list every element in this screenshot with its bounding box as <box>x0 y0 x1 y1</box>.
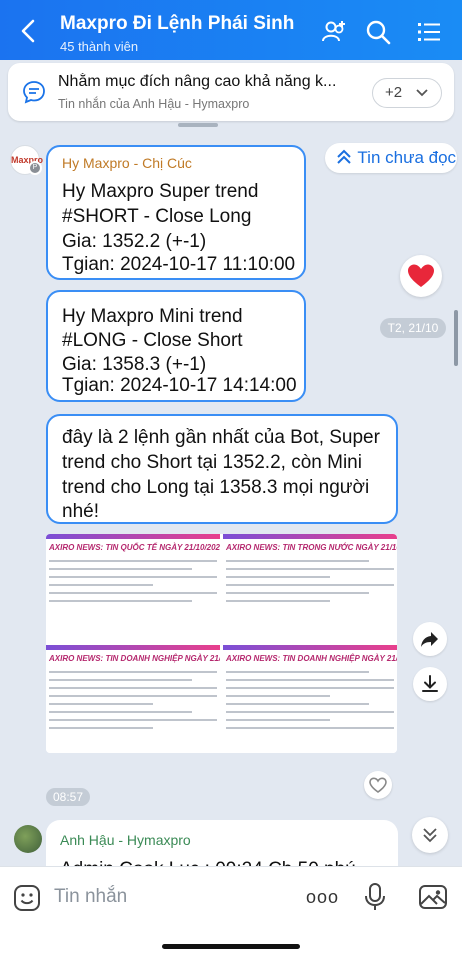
unread-label: Tin chưa đọc <box>357 148 457 167</box>
avatar[interactable] <box>14 825 42 853</box>
role-badge-icon: P <box>28 161 42 175</box>
pinned-more-label: +2 <box>385 84 403 101</box>
news-title: AXIRO NEWS: TIN TRONG NƯỚC NGÀY 21/10/20… <box>226 543 397 552</box>
microphone-icon[interactable] <box>362 881 388 913</box>
sender-name: Hy Maxpro - Chị Cúc <box>62 155 192 171</box>
message-bubble[interactable]: Hy Maxpro - Chị Cúc Hy Maxpro Super tren… <box>46 145 306 280</box>
news-title: AXIRO NEWS: TIN DOANH NGHIỆP NGÀY 21/10/… <box>226 654 397 663</box>
news-image[interactable]: AXIRO NEWS: TIN TRONG NƯỚC NGÀY 21/10/20… <box>223 534 397 642</box>
message-line: nhé! <box>62 501 99 522</box>
share-button[interactable] <box>413 622 447 656</box>
pinned-more-button[interactable]: +2 <box>372 78 442 108</box>
pinned-drag-handle[interactable] <box>178 123 218 127</box>
chevron-down-icon <box>416 89 428 97</box>
menu-list-icon[interactable] <box>415 18 443 46</box>
message-line: Hy Maxpro Super trend <box>62 181 259 202</box>
news-image[interactable]: AXIRO NEWS: TIN DOANH NGHIỆP NGÀY 21/10/… <box>46 645 220 753</box>
member-count: 45 thành viên <box>60 39 139 54</box>
emoji-icon[interactable] <box>12 883 42 913</box>
news-title: AXIRO NEWS: TIN QUỐC TẾ NGÀY 21/10/2024 <box>49 543 220 552</box>
message-input[interactable]: Tin nhắn <box>54 886 127 908</box>
message-timestamp: 08:57 <box>46 788 90 806</box>
message-line: #LONG - Close Short <box>62 330 243 351</box>
chat-header: Maxpro Đi Lệnh Phái Sinh 45 thành viên <box>0 0 462 60</box>
message-bubble[interactable]: đây là 2 lệnh gần nhất của Bot, Super tr… <box>46 414 398 524</box>
message-line: #SHORT - Close Long <box>62 206 252 227</box>
message-line: trend cho Long tại 1358.3 mọi người <box>62 477 370 498</box>
news-title: AXIRO NEWS: TIN DOANH NGHIỆP NGÀY 21/10/… <box>49 654 220 663</box>
reaction-button[interactable] <box>400 255 442 297</box>
sender-name: Anh Hậu - Hymaxpro <box>60 832 191 848</box>
more-options-button[interactable]: ooo <box>306 887 339 908</box>
pinned-message-bar[interactable]: Nhằm mục đích nâng cao khả năng k... Tin… <box>8 63 454 121</box>
heart-outline-icon <box>369 777 387 793</box>
unread-messages-button[interactable]: Tin chưa đọc <box>325 143 457 173</box>
image-gallery-icon[interactable] <box>418 883 448 911</box>
news-image[interactable]: AXIRO NEWS: TIN QUỐC TẾ NGÀY 21/10/2024 <box>46 534 220 642</box>
search-icon[interactable] <box>364 18 392 46</box>
message-line: Tgian: 2024-10-17 14:14:00 <box>62 375 297 396</box>
download-icon <box>422 675 438 692</box>
download-button[interactable] <box>413 667 447 701</box>
scroll-to-bottom-button[interactable] <box>412 817 448 853</box>
chat-bubble-icon <box>23 81 45 104</box>
message-bubble[interactable]: Hy Maxpro Mini trend #LONG - Close Short… <box>46 290 306 402</box>
back-arrow-icon[interactable] <box>18 18 40 44</box>
message-line: Hy Maxpro Mini trend <box>62 306 243 327</box>
date-separator: T2, 21/10 <box>380 318 446 338</box>
image-album[interactable]: AXIRO NEWS: TIN QUỐC TẾ NGÀY 21/10/2024 … <box>46 534 397 753</box>
heart-icon <box>408 264 434 287</box>
pinned-message-text: Nhằm mục đích nâng cao khả năng k... <box>58 73 337 90</box>
scrollbar[interactable] <box>454 310 458 366</box>
share-arrow-icon <box>421 632 438 647</box>
double-chevron-down-icon <box>423 828 437 843</box>
home-indicator <box>162 944 300 949</box>
message-line: trend cho Short tại 1352.2, còn Mini <box>62 452 362 473</box>
double-chevron-up-icon <box>337 149 351 164</box>
news-image[interactable]: AXIRO NEWS: TIN DOANH NGHIỆP NGÀY 21/10/… <box>223 645 397 753</box>
message-line: Tgian: 2024-10-17 11:10:00 <box>62 254 296 275</box>
message-line: Gia: 1352.2 (+-1) <box>62 231 207 252</box>
add-member-icon[interactable] <box>320 18 348 46</box>
reaction-button[interactable] <box>364 771 392 799</box>
pinned-message-source: Tin nhắn của Anh Hậu - Hymaxpro <box>58 97 250 111</box>
group-title[interactable]: Maxpro Đi Lệnh Phái Sinh <box>60 13 294 35</box>
message-line: đây là 2 lệnh gần nhất của Bot, Super <box>62 427 380 448</box>
